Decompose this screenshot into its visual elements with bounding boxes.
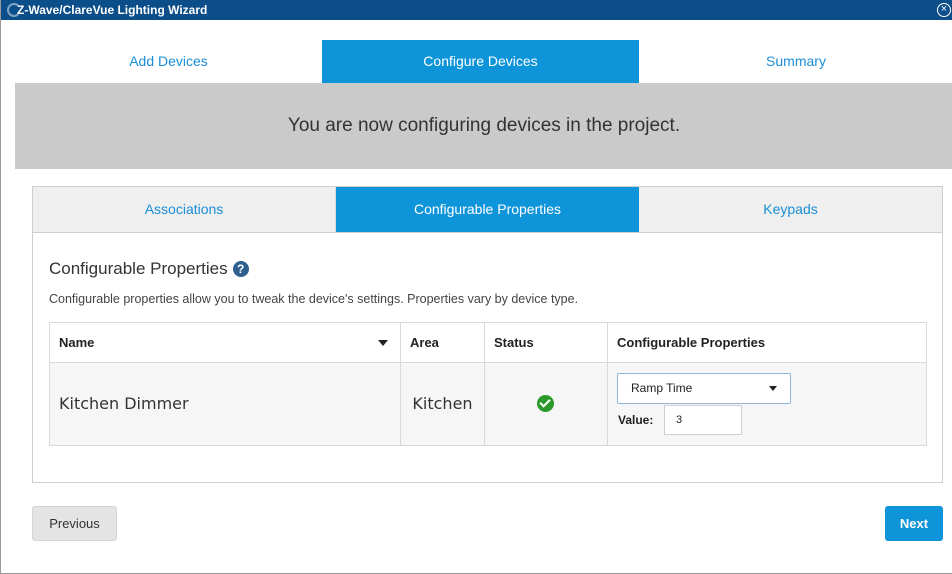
property-select[interactable]: Ramp Time xyxy=(617,373,791,404)
sub-tabs: Associations Configurable Properties Key… xyxy=(33,187,942,233)
tab-summary[interactable]: Summary xyxy=(639,40,952,83)
table-header: Name Area Status Configurable Properties xyxy=(50,323,926,363)
value-input[interactable]: 3 xyxy=(664,405,742,435)
section-description: Configurable properties allow you to twe… xyxy=(49,292,579,306)
device-name: Kitchen Dimmer xyxy=(50,363,401,445)
window-title: Z-Wave/ClareVue Lighting Wizard xyxy=(17,3,208,17)
previous-button[interactable]: Previous xyxy=(32,506,117,541)
tab-configure-devices[interactable]: Configure Devices xyxy=(322,40,639,83)
column-header-area: Area xyxy=(401,323,485,362)
title-bar: Z-Wave/ClareVue Lighting Wizard × xyxy=(1,0,952,20)
section-title: Configurable Properties? xyxy=(49,259,249,279)
column-header-status: Status xyxy=(485,323,608,362)
column-header-name[interactable]: Name xyxy=(50,323,401,362)
configure-panel: Associations Configurable Properties Key… xyxy=(32,186,943,483)
chevron-down-icon xyxy=(769,386,777,391)
value-label: Value: xyxy=(618,413,654,427)
device-properties: Ramp Time Value: 3 xyxy=(608,363,926,445)
section-title-text: Configurable Properties xyxy=(49,259,228,278)
question-circle-icon[interactable]: ? xyxy=(232,261,249,277)
column-header-configurable-properties: Configurable Properties xyxy=(617,335,766,350)
wizard-steps: Add Devices Configure Devices Summary xyxy=(15,40,952,83)
wizard-window: Z-Wave/ClareVue Lighting Wizard × Add De… xyxy=(0,0,952,574)
property-select-value: Ramp Time xyxy=(631,381,693,395)
status-banner: You are now configuring devices in the p… xyxy=(15,83,952,169)
check-circle-icon xyxy=(537,395,554,412)
tab-associations[interactable]: Associations xyxy=(33,187,336,232)
next-button[interactable]: Next xyxy=(885,506,943,541)
device-area: Kitchen xyxy=(401,363,485,445)
devices-table: Name Area Status Configurable Properties… xyxy=(49,322,927,446)
column-header-label: Name xyxy=(59,335,95,350)
tab-add-devices[interactable]: Add Devices xyxy=(15,40,322,83)
close-icon[interactable]: × xyxy=(937,3,951,17)
tab-keypads[interactable]: Keypads xyxy=(639,187,942,232)
tab-configurable-properties[interactable]: Configurable Properties xyxy=(336,187,639,232)
device-status xyxy=(485,363,608,445)
sort-down-icon[interactable] xyxy=(378,340,388,346)
table-row[interactable]: Kitchen Dimmer Kitchen Ramp Time Value: … xyxy=(50,363,926,445)
